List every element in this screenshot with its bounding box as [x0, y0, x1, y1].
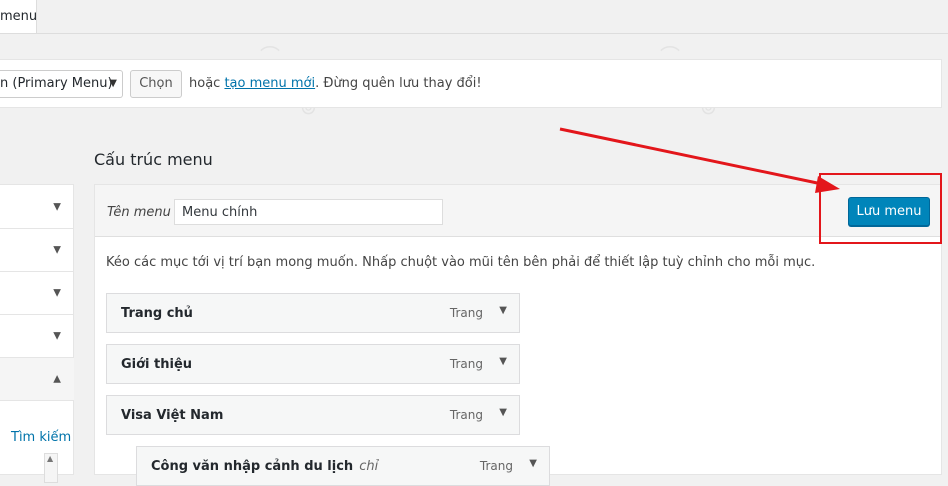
select-bar-text: hoặc tạo menu mới. Đừng quên lưu thay đổ… [189, 76, 482, 91]
menu-item-type: Trang [449, 357, 483, 371]
menu-item-title: Công văn nhập cảnh du lịch chỉ [151, 459, 378, 474]
save-reminder-text: . Đừng quên lưu thay đổi! [315, 76, 482, 91]
or-text: hoặc [189, 76, 221, 91]
accordion-section-open[interactable]: ▲ [0, 358, 74, 401]
menu-item-type: Trang [449, 408, 483, 422]
add-menu-items-panel: ▼ ▼ ▼ ▼ ▲ Tìm kiếm ▲ [0, 184, 74, 483]
menu-item-type: Trang [449, 306, 483, 320]
menu-item[interactable]: Visa Việt Nam Trang ▼ [106, 395, 520, 435]
chevron-down-icon: ▼ [109, 78, 117, 89]
chevron-up-icon: ▲ [53, 373, 61, 385]
tab-menu[interactable]: menu [0, 0, 37, 34]
menu-item-title-text: Công văn nhập cảnh du lịch [151, 459, 354, 474]
menu-name-input[interactable] [174, 199, 443, 225]
menu-select-value: n (Primary Menu) [0, 76, 113, 91]
search-tab-link[interactable]: Tìm kiếm [11, 430, 71, 445]
accordion-section[interactable]: ▼ [0, 315, 74, 358]
menu-item-title: Trang chủ [121, 306, 193, 321]
accordion-section[interactable]: ▼ [0, 229, 74, 272]
menu-header: Tên menu Lưu menu [95, 185, 941, 237]
chevron-down-icon: ▼ [53, 330, 61, 342]
create-menu-link[interactable]: tạo menu mới [224, 76, 315, 91]
select-menu-button[interactable]: Chọn [130, 70, 182, 98]
menu-item[interactable]: Trang chủ Trang ▼ [106, 293, 520, 333]
menu-item-title: Giới thiệu [121, 357, 193, 372]
chevron-down-icon: ▼ [53, 201, 61, 212]
menu-instructions: Kéo các mục tới vị trí bạn mong muốn. Nh… [106, 255, 816, 270]
menu-item-subtitle: chỉ [359, 459, 379, 474]
chevron-down-icon: ▼ [53, 287, 61, 299]
accordion-section[interactable]: ▼ [0, 185, 74, 229]
chevron-down-icon: ▼ [53, 244, 61, 256]
chevron-down-icon[interactable]: ▼ [499, 407, 507, 418]
chevron-down-icon[interactable]: ▼ [499, 305, 507, 316]
menu-item-title: Visa Việt Nam [121, 408, 224, 423]
chevron-down-icon[interactable]: ▼ [499, 356, 507, 367]
accordion-section[interactable]: ▼ [0, 272, 74, 315]
menu-name-label: Tên menu [107, 205, 171, 220]
page-title: Cấu trúc menu [94, 150, 213, 169]
menu-item-submenu[interactable]: Công văn nhập cảnh du lịch chỉ Trang ▼ [136, 446, 550, 486]
menu-item-type: Trang [479, 459, 513, 473]
tab-label: menu [0, 9, 37, 24]
tab-divider [37, 33, 948, 34]
menu-select-dropdown[interactable]: n (Primary Menu) ▼ [0, 70, 123, 98]
menu-item[interactable]: Giới thiệu Trang ▼ [106, 344, 520, 384]
annotation-highlight-box [819, 173, 942, 244]
scrollbar[interactable]: ▲ [44, 453, 58, 483]
scroll-up-icon[interactable]: ▲ [47, 454, 53, 463]
chevron-down-icon[interactable]: ▼ [529, 458, 537, 469]
menu-select-bar: n (Primary Menu) ▼ Chọn hoặc tạo menu mớ… [0, 59, 942, 108]
menu-structure-box: Tên menu Lưu menu Kéo các mục tới vị trí… [94, 184, 942, 486]
